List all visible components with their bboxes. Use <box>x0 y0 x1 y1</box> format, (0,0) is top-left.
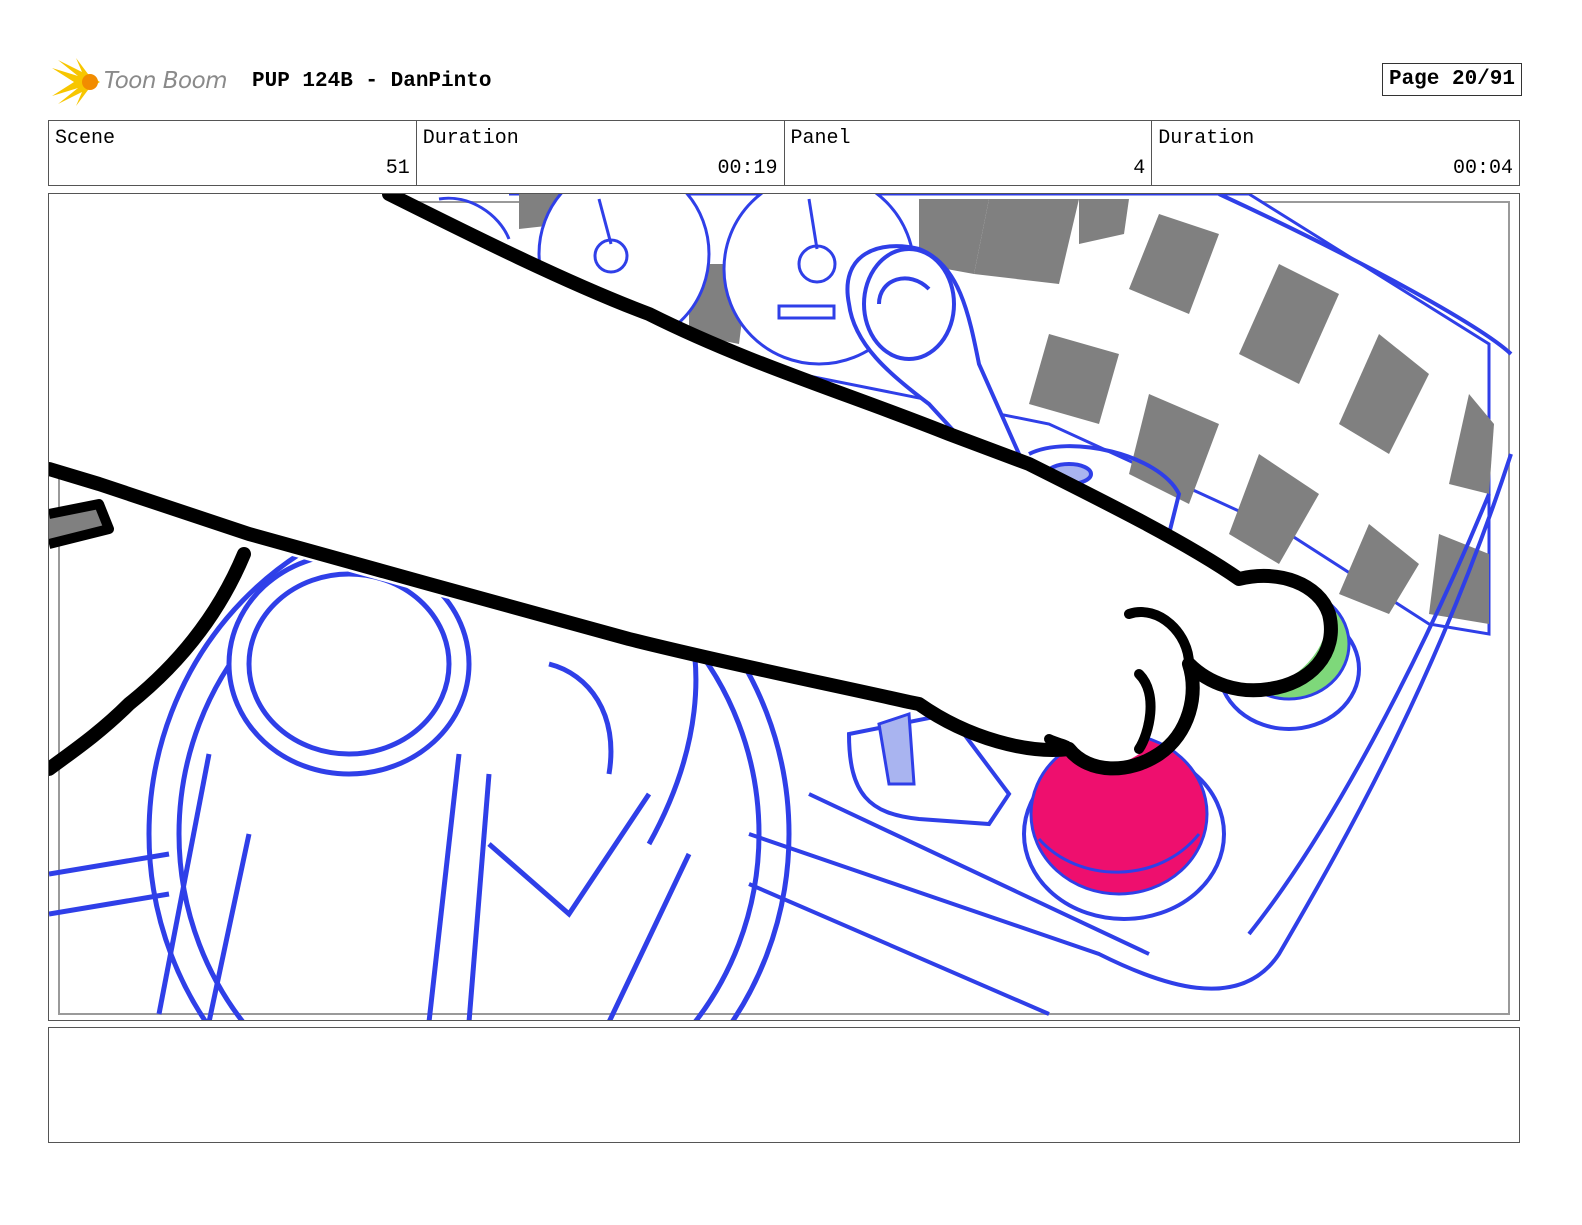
storyboard-panel <box>48 193 1520 1021</box>
notes-text <box>49 1028 1519 1040</box>
logo-text: Toon Boom <box>104 68 228 94</box>
toon-boom-logo: Toon Boom <box>48 56 248 108</box>
scene-label: Scene <box>55 127 116 150</box>
scene-duration-value: 00:19 <box>717 157 778 180</box>
scene-duration-cell: Duration 00:19 <box>417 121 785 185</box>
scene-cell: Scene 51 <box>49 121 417 185</box>
panel-duration-value: 00:04 <box>1452 157 1513 180</box>
panel-cell: Panel 4 <box>785 121 1153 185</box>
panel-label: Panel <box>790 127 851 150</box>
document-title: PUP 124B - DanPinto <box>252 70 492 93</box>
scene-duration-label: Duration <box>422 127 519 150</box>
starburst-icon <box>52 58 100 106</box>
scene-value: 51 <box>385 157 410 180</box>
panel-value: 4 <box>1133 157 1146 180</box>
notes-box <box>48 1027 1520 1143</box>
scene-info-table: Scene 51 Duration 00:19 Panel 4 Duration… <box>48 120 1520 186</box>
panel-duration-label: Duration <box>1158 127 1255 150</box>
page-header: Toon Boom PUP 124B - DanPinto Page 20/91 <box>48 56 1522 108</box>
panel-drawing <box>49 194 1513 1020</box>
panel-duration-cell: Duration 00:04 <box>1152 121 1519 185</box>
page-indicator: Page 20/91 <box>1381 63 1522 96</box>
